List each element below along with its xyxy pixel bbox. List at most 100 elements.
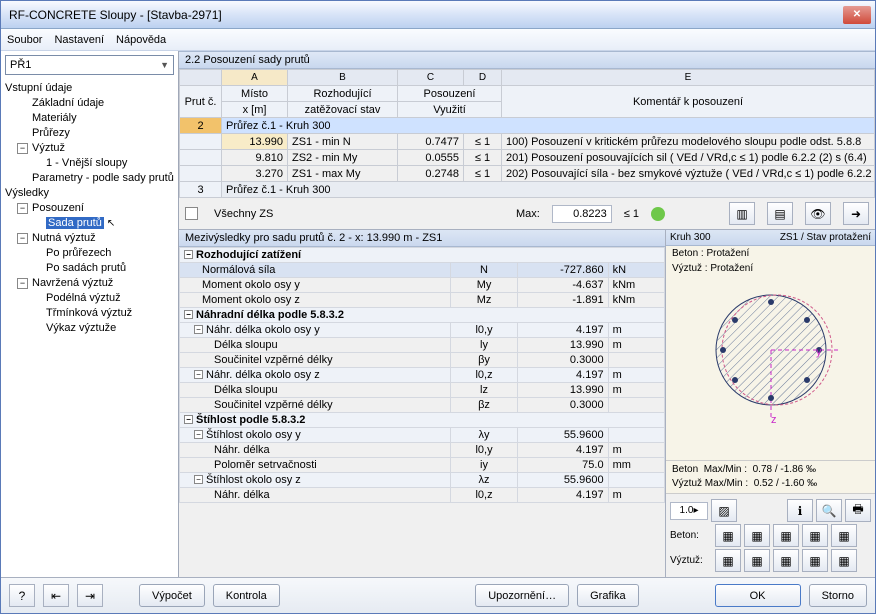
- next-button[interactable]: ⇥: [77, 584, 103, 607]
- detail-row[interactable]: Délka sloupuly13.990m: [180, 338, 665, 353]
- max-label: Max:: [516, 208, 540, 220]
- menu-file[interactable]: Soubor: [7, 34, 42, 46]
- tree-member-set[interactable]: Sada prutů ↖: [3, 216, 176, 231]
- tree-reinforcement[interactable]: −Výztuž: [3, 141, 176, 156]
- detail-row[interactable]: Moment okolo osy zMz-1.891kNm: [180, 293, 665, 308]
- col-a[interactable]: A: [222, 70, 288, 86]
- tree-by-memberset[interactable]: Po sadách prutů: [3, 261, 176, 276]
- menu-help[interactable]: Nápověda: [116, 34, 166, 46]
- col-prut[interactable]: Prut č.: [180, 86, 222, 118]
- tree-basic-data[interactable]: Základní údaje: [3, 96, 176, 111]
- collapse-icon[interactable]: −: [17, 233, 28, 244]
- detail-row[interactable]: Náhr. délkal0,y4.197m: [180, 443, 665, 458]
- col-c[interactable]: C: [398, 70, 464, 86]
- tree-results[interactable]: Výsledky: [3, 186, 176, 201]
- collapse-icon[interactable]: −: [17, 143, 28, 154]
- ok-button[interactable]: OK: [715, 584, 801, 607]
- col-komentar: Komentář k posouzení: [502, 86, 875, 118]
- details-panel[interactable]: Mezivýsledky pro sadu prutů č. 2 - x: 13…: [179, 230, 665, 577]
- group-row[interactable]: 3 Průřez č.1 - Kruh 300: [180, 182, 875, 198]
- data-row[interactable]: 9.810 ZS2 - min My 0.0555 ≤ 1 201) Posou…: [180, 150, 875, 166]
- case-combo-value: PŘ1: [10, 59, 31, 71]
- tree-sections[interactable]: Průřezy: [3, 126, 176, 141]
- search-button[interactable]: 🔍: [816, 499, 842, 522]
- detail-row[interactable]: Normálová sílaN-727.860kN: [180, 263, 665, 278]
- axis-y-label: y: [816, 346, 822, 358]
- prev-button[interactable]: ⇤: [43, 584, 69, 607]
- col-x: x [m]: [222, 102, 288, 118]
- tree-input-data[interactable]: Vstupní údaje: [3, 81, 176, 96]
- vyztuz-opt-3[interactable]: ▦: [773, 549, 799, 572]
- axis-z-label: z: [771, 414, 777, 426]
- vyztuz-opt-2[interactable]: ▦: [744, 549, 770, 572]
- app-window: RF-CONCRETE Sloupy - [Stavba-2971] ✕ Sou…: [0, 0, 876, 614]
- filter-2-button[interactable]: ▤: [767, 202, 793, 225]
- goto-button[interactable]: ➜: [843, 202, 869, 225]
- vyztuz-opt-5[interactable]: ▦: [831, 549, 857, 572]
- data-row[interactable]: 3.270 ZS1 - max My 0.2748 ≤ 1 202) Posou…: [180, 166, 875, 182]
- calculate-button[interactable]: Výpočet: [139, 584, 205, 607]
- data-row[interactable]: 13.990 ZS1 - min N 0.7477 ≤ 1 100) Posou…: [180, 134, 875, 150]
- help-button[interactable]: ?: [9, 584, 35, 607]
- col-zat: zatěžovací stav: [288, 102, 398, 118]
- zoom-stepper[interactable]: 1.0▸: [670, 502, 708, 520]
- tree-schedule[interactable]: Výkaz výztuže: [3, 321, 176, 336]
- results-grid-wrap[interactable]: A B C D E Prut č. Místo Rozhodující Poso…: [179, 69, 875, 198]
- beton-opt-3[interactable]: ▦: [773, 524, 799, 547]
- detail-row[interactable]: Délka sloupulz13.990m: [180, 383, 665, 398]
- all-ls-checkbox[interactable]: [185, 207, 198, 220]
- detail-row[interactable]: Součinitel vzpěrné délkyβz0.3000: [180, 398, 665, 413]
- group-row[interactable]: 2 Průřez č.1 - Kruh 300: [180, 118, 875, 134]
- section-title: 2.2 Posouzení sady prutů: [179, 51, 875, 69]
- beton-opt-1[interactable]: ▦: [715, 524, 741, 547]
- collapse-icon[interactable]: −: [17, 203, 28, 214]
- print-button[interactable]: 🖶: [845, 499, 871, 522]
- graphics-toolbar: 1.0▸ ▨ ℹ 🔍 🖶 Beton: ▦ ▦ ▦ ▦: [666, 493, 875, 577]
- filter-1-button[interactable]: ▥: [729, 202, 755, 225]
- tree-stirrup[interactable]: Třmínková výztuž: [3, 306, 176, 321]
- info-beton: Beton : Protažení: [666, 246, 875, 261]
- collapse-icon[interactable]: −: [17, 278, 28, 289]
- tree-parameters[interactable]: Parametry - podle sady prutů: [3, 171, 176, 186]
- tree-longitudinal[interactable]: Podélná výztuž: [3, 291, 176, 306]
- detail-row[interactable]: Náhr. délkal0,z4.197m: [180, 488, 665, 503]
- menu-settings[interactable]: Nastavení: [54, 34, 104, 46]
- vyztuz-opt-1[interactable]: ▦: [715, 549, 741, 572]
- graphics-button[interactable]: Grafika: [577, 584, 638, 607]
- tree-required-reinf[interactable]: −Nutná výztuž: [3, 231, 176, 246]
- close-button[interactable]: ✕: [843, 6, 871, 24]
- check-button[interactable]: Kontrola: [213, 584, 280, 607]
- cancel-button[interactable]: Storno: [809, 584, 867, 607]
- detail-row[interactable]: Poloměr setrvačnostiiy75.0mm: [180, 458, 665, 473]
- col-d[interactable]: D: [464, 70, 502, 86]
- tree-outer-columns[interactable]: 1 - Vnější sloupy: [3, 156, 176, 171]
- detail-row[interactable]: Moment okolo osy yMy-4.637kNm: [180, 278, 665, 293]
- menu-bar: Soubor Nastavení Nápověda: [1, 29, 875, 51]
- results-grid[interactable]: A B C D E Prut č. Místo Rozhodující Poso…: [179, 69, 875, 198]
- tree-design[interactable]: −Posouzení: [3, 201, 176, 216]
- beton-opt-2[interactable]: ▦: [744, 524, 770, 547]
- window-title: RF-CONCRETE Sloupy - [Stavba-2971]: [9, 8, 843, 22]
- info-button[interactable]: ℹ: [787, 499, 813, 522]
- col-rozhod: Rozhodující: [288, 86, 398, 102]
- nav-tree[interactable]: Vstupní údaje Základní údaje Materiály P…: [1, 79, 178, 577]
- beton-opt-5[interactable]: ▦: [831, 524, 857, 547]
- detail-row[interactable]: Součinitel vzpěrné délkyβy0.3000: [180, 353, 665, 368]
- col-e[interactable]: E: [502, 70, 875, 86]
- vyztuz-label: Výztuž:: [670, 555, 712, 566]
- max-value: 0.8223: [552, 205, 612, 223]
- case-combo[interactable]: PŘ1 ▼: [5, 55, 174, 75]
- view-button[interactable]: 👁: [805, 202, 831, 225]
- vyztuz-opt-4[interactable]: ▦: [802, 549, 828, 572]
- warnings-button[interactable]: Upozornění…: [475, 584, 569, 607]
- col-b[interactable]: B: [288, 70, 398, 86]
- hatch-button[interactable]: ▨: [711, 499, 737, 522]
- tree-designed-reinf[interactable]: −Navržená výztuž: [3, 276, 176, 291]
- section-canvas[interactable]: y z: [666, 276, 875, 460]
- beton-label: Beton:: [670, 530, 712, 541]
- beton-opt-4[interactable]: ▦: [802, 524, 828, 547]
- tree-materials[interactable]: Materiály: [3, 111, 176, 126]
- status-ok-icon: [651, 207, 665, 221]
- cursor-icon: ↖: [107, 218, 115, 229]
- tree-by-section[interactable]: Po průřezech: [3, 246, 176, 261]
